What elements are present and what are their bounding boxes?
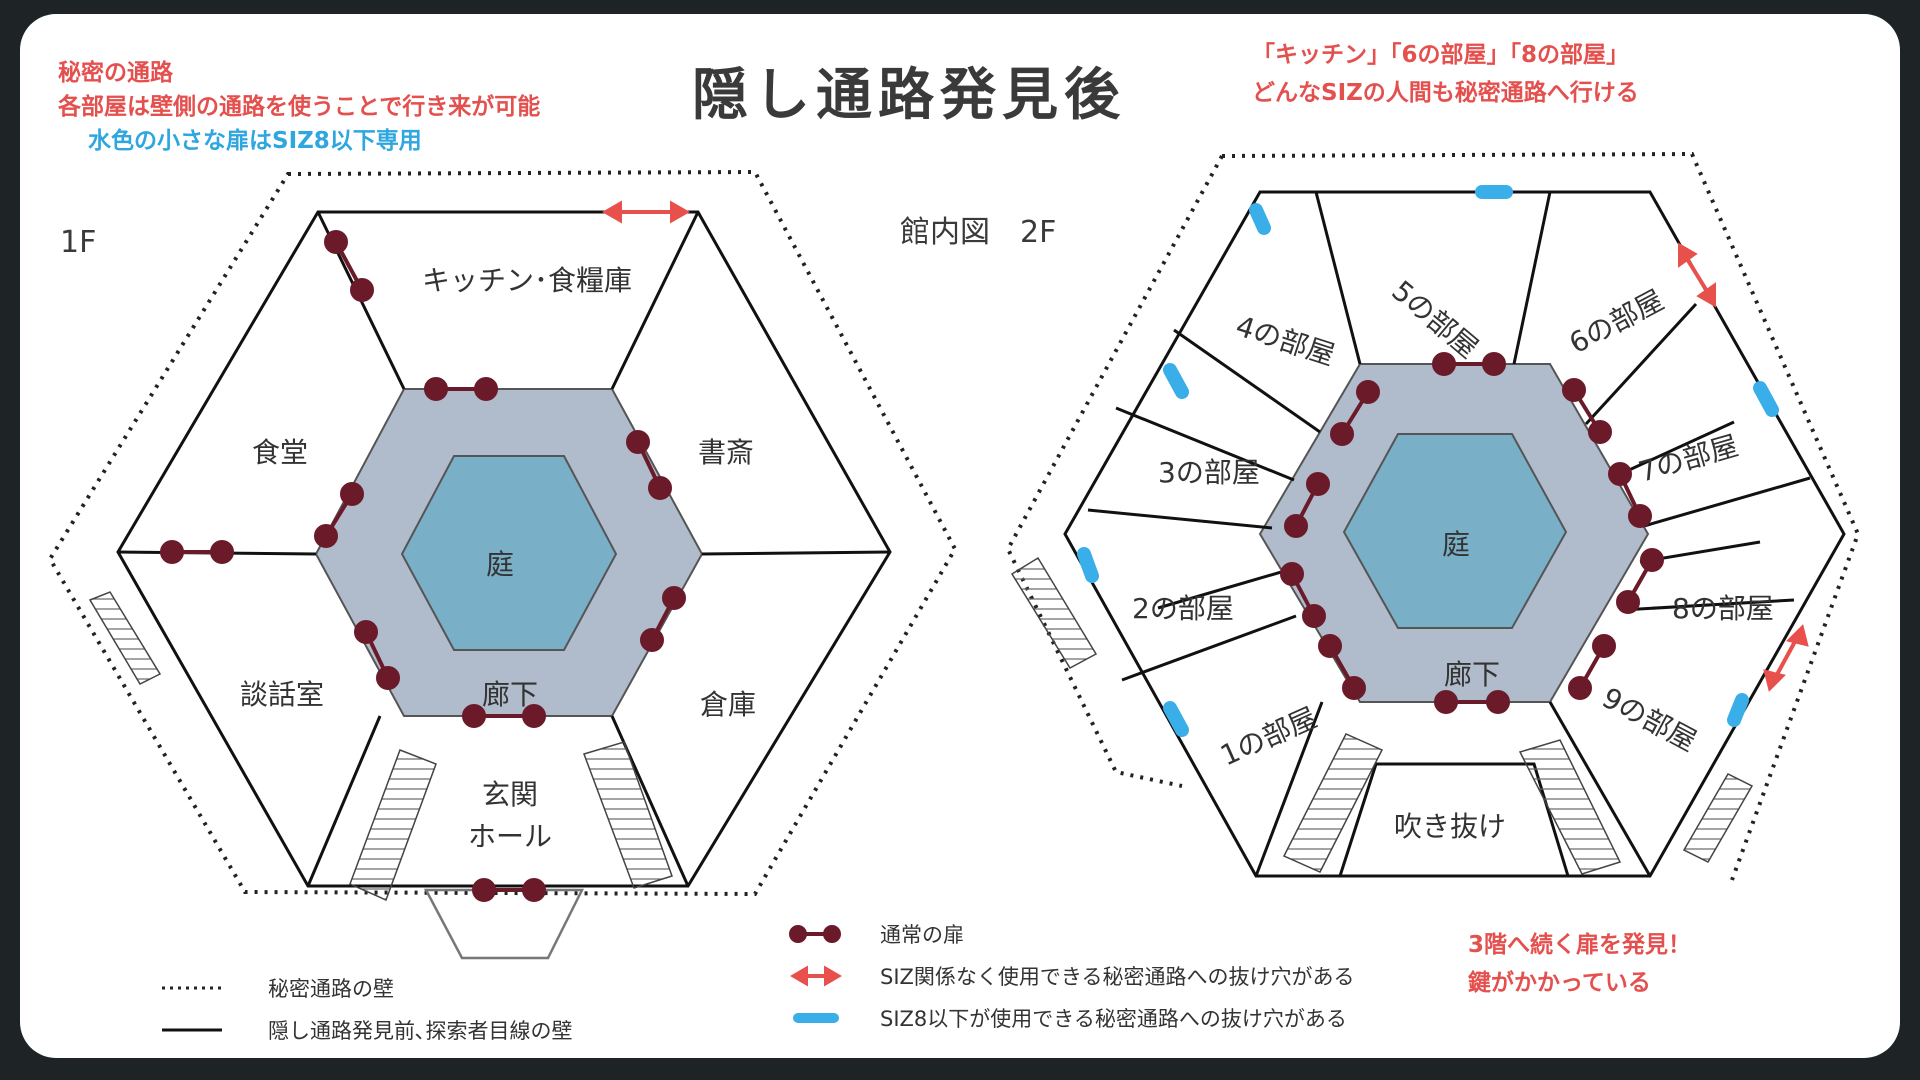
note-locked: 鍵がかかっている [1468, 969, 1651, 996]
room-4-label: 4の部屋 [1232, 309, 1339, 372]
legend-door-symbol [789, 925, 841, 943]
note-small-door: 水色の小さな扉はSIZ8以下専用 [88, 127, 422, 154]
legend-solid-wall-text: 隠し通路発見前､探索者目線の壁 [268, 1019, 573, 1043]
small-door-room-7 [1753, 381, 1779, 417]
floor-1-entrance-porch [423, 888, 585, 960]
floor-2-corridor-label: 廊下 [1444, 658, 1500, 691]
door-kitchen-wall [324, 230, 374, 302]
room-3-label: 3の部屋 [1158, 456, 1260, 489]
room-study-label: 書斎 [698, 436, 754, 469]
atrium-label: 吹き抜け [1394, 810, 1506, 843]
kitchen-secret-hole-arrow [601, 200, 691, 224]
legend-normal-door-text: 通常の扉 [880, 923, 964, 947]
room-lounge-label: 談話室 [240, 678, 324, 711]
small-door-room-2 [1077, 547, 1099, 583]
small-door-room-9 [1727, 693, 1749, 727]
room-8-label: 8の部屋 [1672, 592, 1774, 625]
page-title: 隠し通路発見後 [692, 63, 1126, 128]
small-door-room-3 [1163, 363, 1189, 399]
room-1-label: 1の部屋 [1215, 701, 1321, 773]
floor-plan-diagram: 隠し通路発見後 秘密の通路 各部屋は壁側の通路を使うことで行き来が可能 水色の小… [47, 41, 1861, 1043]
room-entrance-label-1: 玄関 [482, 778, 538, 811]
floor-2-map: 館内図 2F 5の部屋 4の部屋 6の部屋 3の部屋 7の部屋 2の部屋 8の部… [900, 151, 1861, 881]
room-storage-label: 倉庫 [700, 688, 756, 721]
legend-red-arrow [790, 965, 842, 987]
room-2-label: 2の部屋 [1132, 592, 1234, 625]
legend-siz8-text: SIZ8以下が使用できる秘密通路への抜け穴がある [880, 1007, 1347, 1031]
floor-2-label: 館内図 2F [900, 215, 1056, 250]
note-third-floor-door: 3階へ続く扉を発見！ [1468, 931, 1691, 958]
small-door-room-4-top [1249, 203, 1271, 235]
note-secret-passage-heading: 秘密の通路 [58, 59, 174, 86]
note-any-siz-rooms: 「キッチン」「6の部屋」「8の部屋」 [1252, 41, 1629, 68]
note-any-siz-access: どんなSIZの人間も秘密通路へ行ける [1252, 79, 1639, 106]
floor-1-label: 1F [60, 225, 96, 260]
map-canvas: 隠し通路発見後 秘密の通路 各部屋は壁側の通路を使うことで行き来が可能 水色の小… [20, 14, 1900, 1058]
legend-dotted-wall-text: 秘密通路の壁 [268, 977, 394, 1001]
room-9-label: 9の部屋 [1597, 681, 1702, 758]
door-dining-lounge [160, 540, 234, 564]
room-dining-label: 食堂 [252, 436, 308, 469]
room-5-label: 5の部屋 [1386, 274, 1485, 365]
legend-any-siz-text: SIZ関係なく使用できる秘密通路への抜け穴がある [880, 965, 1355, 989]
room-kitchen-label: キッチン･食糧庫 [422, 264, 632, 297]
floor-1-map: 1F キッチン･食糧庫 書斎 食堂 談話室 倉庫 玄関 ホール 庭 廊下 [47, 169, 958, 960]
room-entrance-label-2: ホール [468, 820, 552, 853]
garden-label: 庭 [486, 548, 514, 581]
legend: 秘密通路の壁 隠し通路発見前､探索者目線の壁 通常の扉 SIZ関係なく使用できる… [162, 923, 1355, 1043]
room-6-secret-hole-arrow [1678, 242, 1716, 308]
room-7-label: 7の部屋 [1635, 429, 1742, 489]
floor-2-garden-label: 庭 [1442, 528, 1470, 561]
note-secret-passage-text: 各部屋は壁側の通路を使うことで行き来が可能 [57, 93, 540, 120]
door-front [472, 878, 546, 902]
